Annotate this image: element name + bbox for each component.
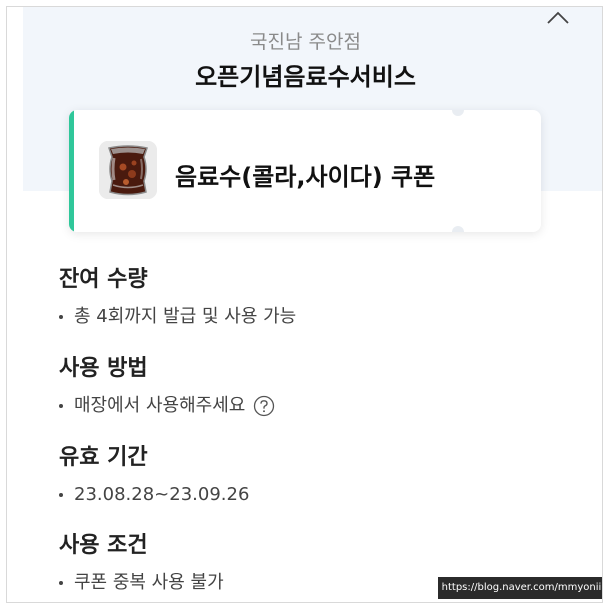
store-name: 국진남 주안점 <box>250 31 361 53</box>
coupon-detail-panel: 국진남 주안점 오픈기념음료수서비스 음료수(콜라,사이다) 쿠폰 잔여 수량 <box>6 6 603 603</box>
coupon-name: 음료수(콜라,사이다) 쿠폰 <box>175 163 436 191</box>
section-text: 23.08.28~23.09.26 <box>74 484 250 505</box>
event-title: 오픈기념음료수서비스 <box>195 63 416 91</box>
coupon-notch-bottom <box>452 226 464 232</box>
bullet-dot <box>59 315 63 319</box>
section-line: 총 4회까지 발급 및 사용 가능 <box>59 306 296 328</box>
coupon-card[interactable]: 음료수(콜라,사이다) 쿠폰 <box>69 110 541 232</box>
section-line: 쿠폰 중복 사용 불가 <box>59 572 224 594</box>
question-circle-icon[interactable] <box>253 395 275 417</box>
bullet-dot <box>59 493 63 497</box>
section-title: 유효 기간 <box>59 445 148 470</box>
blog-watermark: https://blog.naver.com/mmyonii <box>438 577 602 599</box>
section-text: 쿠폰 중복 사용 불가 <box>74 572 224 593</box>
bullet-dot <box>59 404 63 408</box>
cola-glass-image <box>99 141 157 199</box>
section-title: 사용 방법 <box>59 356 148 381</box>
section-usage-method: 사용 방법 매장에서 사용해주세요 <box>59 350 275 417</box>
bullet-dot <box>59 581 63 585</box>
section-line: 매장에서 사용해주세요 <box>59 395 275 417</box>
section-title: 사용 조건 <box>59 533 148 558</box>
coupon-notch-top <box>452 110 464 116</box>
section-usage-conditions: 사용 조건 쿠폰 중복 사용 불가 <box>59 527 224 594</box>
section-remaining-quantity: 잔여 수량 총 4회까지 발급 및 사용 가능 <box>59 261 296 328</box>
section-title: 잔여 수량 <box>59 267 148 292</box>
section-text: 총 4회까지 발급 및 사용 가능 <box>74 306 297 327</box>
section-line: 23.08.28~23.09.26 <box>59 484 249 506</box>
section-text: 매장에서 사용해주세요 <box>74 395 246 416</box>
coupon-accent-bar <box>69 110 74 232</box>
section-validity-period: 유효 기간 23.08.28~23.09.26 <box>59 439 249 506</box>
